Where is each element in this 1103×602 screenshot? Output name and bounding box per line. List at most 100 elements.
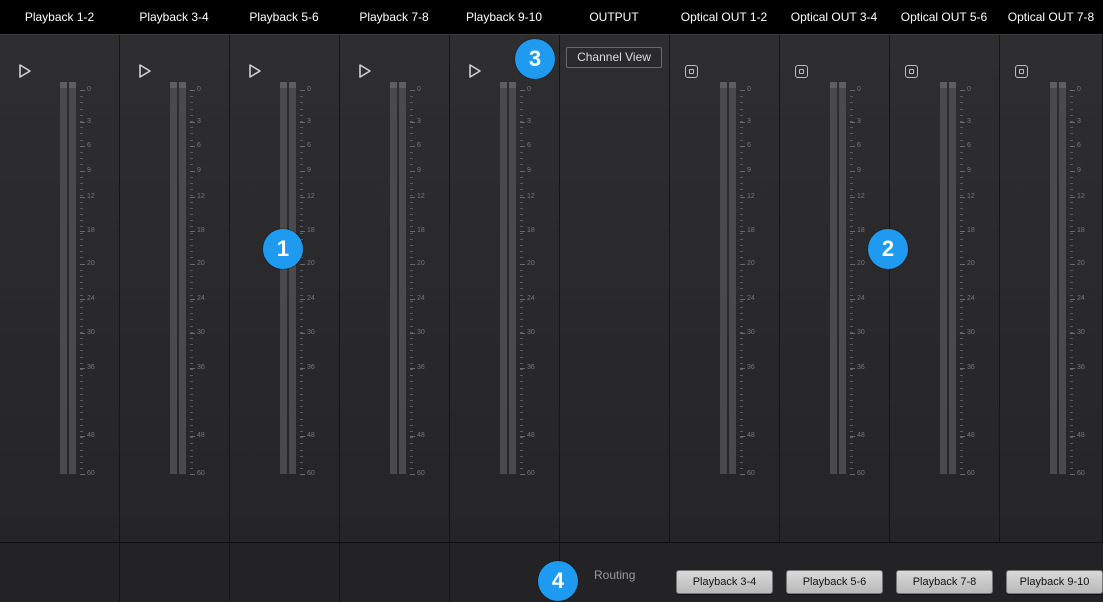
- meter-scale-label: 6: [417, 142, 421, 149]
- meter-major-tick: [740, 90, 745, 91]
- meter-tick: [850, 127, 853, 128]
- meter-major-tick: [960, 171, 965, 172]
- meter-tick: [740, 282, 743, 283]
- meter-tick: [410, 326, 413, 327]
- meter-tick: [190, 450, 193, 451]
- meter-tick: [300, 189, 303, 190]
- meter-tick: [960, 245, 963, 246]
- meter-tick: [740, 425, 743, 426]
- meter-tick: [740, 456, 743, 457]
- meter-major-tick: [80, 90, 85, 91]
- meter-major-tick: [300, 333, 305, 334]
- meter-tick: [960, 412, 963, 413]
- play-icon[interactable]: [356, 62, 374, 80]
- meter-major-tick: [850, 474, 855, 475]
- stop-icon[interactable]: [685, 65, 698, 78]
- routing-select-optical-out-7-8[interactable]: Playback 9-10: [1006, 570, 1103, 594]
- meter-major-tick: [80, 436, 85, 437]
- meter-scale-label: 9: [857, 167, 861, 174]
- routing-cell: [0, 542, 120, 602]
- meter-tick: [740, 357, 743, 358]
- meter-tick: [300, 431, 303, 432]
- meter-tick: [1070, 319, 1073, 320]
- meter-tick: [960, 202, 963, 203]
- meter-tick: [960, 158, 963, 159]
- meter-tick: [410, 189, 413, 190]
- meter-tick: [1070, 406, 1073, 407]
- meter-tick: [740, 220, 743, 221]
- stop-icon[interactable]: [905, 65, 918, 78]
- meter-scale-label: 9: [747, 167, 751, 174]
- meter-tick: [1070, 195, 1073, 196]
- meter-scale-label: 6: [527, 142, 531, 149]
- meter-tick: [520, 183, 523, 184]
- meter-tick: [410, 220, 413, 221]
- stop-icon[interactable]: [795, 65, 808, 78]
- meter-scale-label: 0: [527, 86, 531, 93]
- meter-scale-label: 24: [417, 295, 425, 302]
- meter-major-tick: [190, 146, 195, 147]
- meter-tick: [300, 313, 303, 314]
- meter-major-tick: [410, 436, 415, 437]
- meter-scale-label: 30: [417, 329, 425, 336]
- meter-tick: [190, 443, 193, 444]
- play-icon[interactable]: [466, 62, 484, 80]
- stop-icon[interactable]: [1015, 65, 1028, 78]
- channel-header-bar: Playback 1-2 Playback 3-4 Playback 5-6 P…: [0, 0, 1103, 35]
- meter-major-tick: [80, 368, 85, 369]
- routing-select-optical-out-3-4[interactable]: Playback 5-6: [786, 570, 883, 594]
- meter-major-tick: [410, 90, 415, 91]
- meter-tick: [850, 462, 853, 463]
- meter-tick: [300, 208, 303, 209]
- meter-major-tick: [960, 333, 965, 334]
- meter-scale-label: 36: [307, 364, 315, 371]
- meter-tick: [740, 443, 743, 444]
- meter-tick: [190, 195, 193, 196]
- meter-tick: [1070, 369, 1073, 370]
- meter-tick: [80, 437, 83, 438]
- meter-tick: [850, 419, 853, 420]
- routing-select-optical-out-5-6[interactable]: Playback 7-8: [896, 570, 993, 594]
- meter-tick: [850, 115, 853, 116]
- meter-scale-label: 9: [197, 167, 201, 174]
- routing-label: Routing: [594, 568, 636, 582]
- meter-scale-label: 18: [197, 227, 205, 234]
- meter-tick: [300, 226, 303, 227]
- meter-scale-label: 18: [857, 227, 865, 234]
- meter-tick: [850, 226, 853, 227]
- meter-major-tick: [520, 171, 525, 172]
- meter-tick: [850, 443, 853, 444]
- play-icon[interactable]: [136, 62, 154, 80]
- meter-major-tick: [520, 90, 525, 91]
- play-icon[interactable]: [16, 62, 34, 80]
- meter-scale-label: 48: [417, 432, 425, 439]
- meter-tick: [850, 326, 853, 327]
- meter-tick: [850, 245, 853, 246]
- meter-tick: [740, 164, 743, 165]
- meter-tick: [960, 127, 963, 128]
- meter-scale-label: 3: [527, 118, 531, 125]
- meter-tick: [740, 326, 743, 327]
- meter-tick: [300, 350, 303, 351]
- meter-tick: [410, 276, 413, 277]
- meter-major-tick: [190, 231, 195, 232]
- meter-tick: [740, 431, 743, 432]
- meter-tick: [960, 406, 963, 407]
- meter-tick: [960, 369, 963, 370]
- meter-tick: [850, 412, 853, 413]
- meter-scale-label: 36: [527, 364, 535, 371]
- meter-tick: [1070, 301, 1073, 302]
- meter-tick: [410, 431, 413, 432]
- meter-tick: [960, 140, 963, 141]
- meter-scale-label: 3: [967, 118, 971, 125]
- meter-tick: [960, 288, 963, 289]
- play-icon[interactable]: [246, 62, 264, 80]
- meter-major-tick: [410, 333, 415, 334]
- meter-major-tick: [740, 171, 745, 172]
- routing-select-optical-out-1-2[interactable]: Playback 3-4: [676, 570, 773, 594]
- meter-tick: [190, 431, 193, 432]
- channel-view-button[interactable]: Channel View: [566, 47, 662, 68]
- meter-tick: [740, 127, 743, 128]
- channel-strip-optical-out-5-6: 0 3 6 9 12 18 20 24 30 36 48 60: [890, 35, 1000, 542]
- meter-major-tick: [300, 368, 305, 369]
